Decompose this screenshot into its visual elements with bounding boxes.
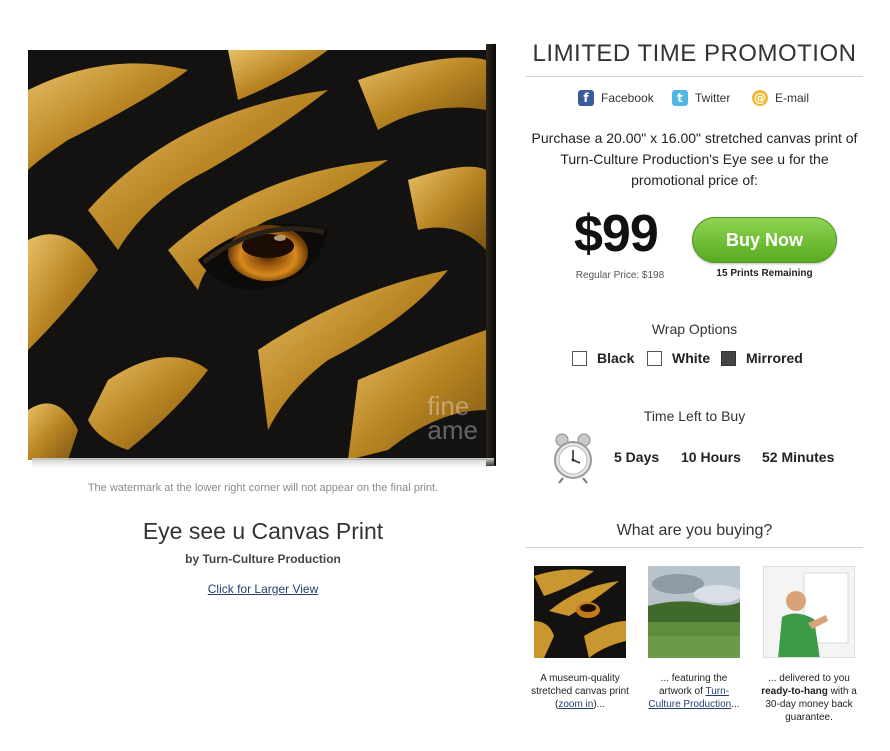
artwork-image[interactable]: fine ame xyxy=(28,50,486,460)
caption-text: ... delivered to you xyxy=(768,673,850,684)
promotion-description: Purchase a 20.00" x 16.00" stretched can… xyxy=(531,130,858,188)
larger-view-container: Click for Larger View xyxy=(28,582,498,596)
time-left-hours: 10 Hours xyxy=(681,449,741,465)
time-left-minutes: 52 Minutes xyxy=(762,449,835,465)
time-left-days: 5 Days xyxy=(614,449,660,465)
tiger-eye-artwork xyxy=(28,50,486,460)
share-twitter[interactable]: t Twitter xyxy=(672,88,730,108)
artist-byline: by Turn-Culture Production xyxy=(185,552,341,566)
ready-to-hang-text: ready-to-hang xyxy=(761,686,828,697)
watermark: fine ame xyxy=(427,393,478,445)
wrap-option-white[interactable]: White xyxy=(647,349,710,367)
twitter-icon: t xyxy=(672,90,688,106)
zoom-in-link[interactable]: zoom in xyxy=(558,699,593,710)
wrap-option-mirrored[interactable]: Mirrored xyxy=(721,349,803,367)
time-left-label: Time Left to Buy xyxy=(643,408,746,424)
prints-remaining: 15 Prints Remaining xyxy=(716,268,813,279)
wrap-option-label: Black xyxy=(597,350,635,366)
what-buying-heading: What are you buying? xyxy=(616,522,773,539)
caption-text: )... xyxy=(593,699,606,710)
wrap-checkbox-black[interactable] xyxy=(572,350,587,366)
share-facebook[interactable]: f Facebook xyxy=(578,88,654,108)
wrap-option-label: Mirrored xyxy=(746,350,803,366)
caption-text: ... xyxy=(731,699,740,710)
share-twitter-label: Twitter xyxy=(695,91,731,105)
promo-price: $99 xyxy=(574,205,659,263)
watermark-caption: The watermark at the lower right corner … xyxy=(87,482,439,494)
heading-divider xyxy=(526,76,863,77)
email-icon: @ xyxy=(752,90,768,106)
alarm-clock-icon xyxy=(554,433,592,484)
canvas-shadow xyxy=(32,458,494,468)
canvas-print-thumbnail[interactable] xyxy=(534,566,626,658)
thumbnail-caption-2: ... featuring the artwork of Turn-Cultur… xyxy=(644,672,744,711)
wrap-options-label: Wrap Options xyxy=(651,321,738,337)
share-email-label: E-mail xyxy=(775,91,810,105)
wrap-option-label: White xyxy=(672,350,711,366)
watermark-line-2: ame xyxy=(427,415,478,445)
share-facebook-label: Facebook xyxy=(601,91,654,105)
wrap-checkbox-white[interactable] xyxy=(647,350,662,366)
wrap-checkbox-mirrored[interactable] xyxy=(721,350,736,366)
larger-view-link[interactable]: Click for Larger View xyxy=(208,582,318,596)
thumbnail-caption-3: ... delivered to you ready-to-hang with … xyxy=(759,672,859,724)
buying-divider xyxy=(526,547,863,548)
wrap-option-black[interactable]: Black xyxy=(572,349,634,367)
canvas-side-edge xyxy=(486,43,496,467)
buy-now-button[interactable]: Buy Now xyxy=(692,217,837,263)
product-title: Eye see u Canvas Print xyxy=(142,518,384,544)
landscape-artwork-thumbnail[interactable] xyxy=(648,566,740,658)
ready-to-hang-thumbnail[interactable] xyxy=(763,566,855,658)
share-email[interactable]: @ E-mail xyxy=(752,88,809,108)
facebook-icon: f xyxy=(578,90,594,106)
regular-price: Regular Price: $198 xyxy=(575,270,665,281)
canvas-print-preview[interactable]: fine ame xyxy=(28,43,496,468)
promotion-heading: LIMITED TIME PROMOTION xyxy=(532,40,857,67)
thumbnail-caption-1: A museum-quality stretched canvas print … xyxy=(530,672,630,711)
